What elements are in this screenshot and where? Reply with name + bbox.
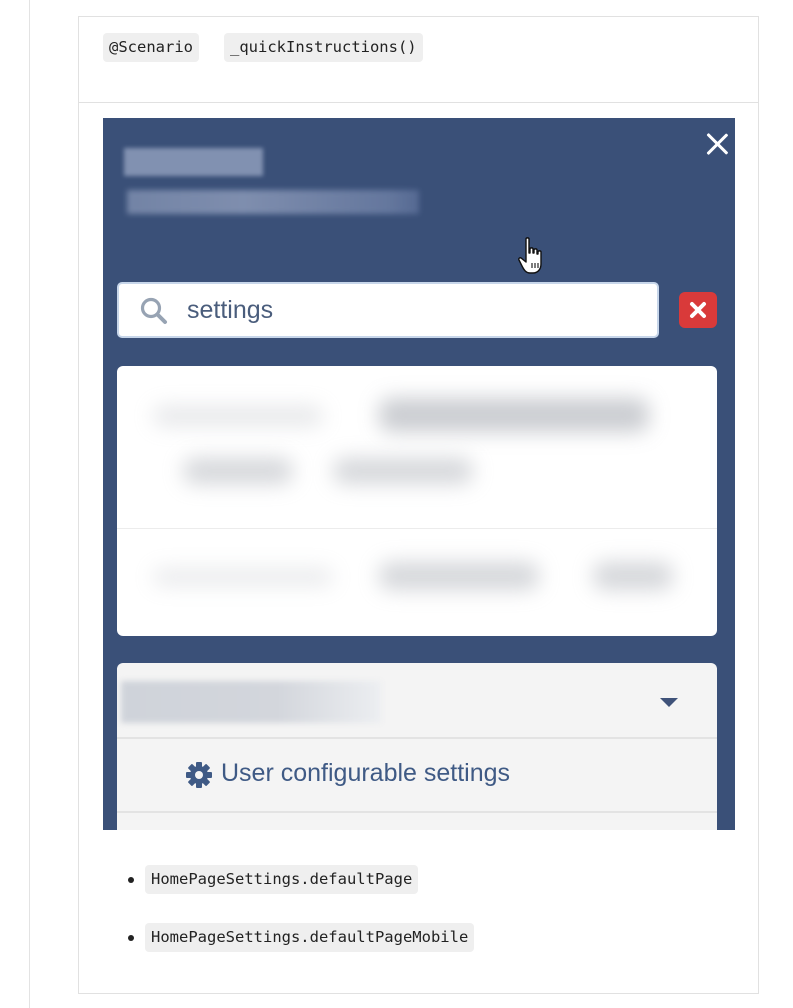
blurred-content <box>183 458 293 484</box>
blurred-content <box>153 568 333 586</box>
blurred-content <box>379 398 649 432</box>
dropdown-toggle[interactable] <box>117 663 717 739</box>
screenshot-panel: User configurable settings <box>103 118 735 830</box>
scenario-annotation: @Scenario <box>103 33 199 62</box>
left-margin-rule <box>29 0 30 1008</box>
blurred-content <box>379 562 539 590</box>
settings-dropdown: User configurable settings <box>117 663 717 830</box>
menu-item-user-configurable-settings[interactable]: User configurable settings <box>117 739 717 813</box>
pointer-cursor-icon <box>518 237 542 274</box>
blurred-content <box>333 458 473 484</box>
card-header: @Scenario _quickInstructions() <box>79 17 758 103</box>
results-divider <box>117 528 717 529</box>
clear-search-button[interactable] <box>679 292 717 328</box>
blurred-subtitle <box>127 190 419 214</box>
blurred-content <box>153 406 323 426</box>
bullet-dot <box>128 877 134 883</box>
blurred-results-panel <box>117 366 717 636</box>
quick-instructions-annotation: _quickInstructions() <box>224 33 423 62</box>
chevron-down-icon <box>660 698 678 707</box>
search-icon <box>140 297 167 324</box>
bullet-dot <box>128 935 134 941</box>
blurred-content <box>593 562 673 590</box>
search-input[interactable] <box>187 290 627 330</box>
close-icon[interactable] <box>703 130 731 158</box>
search-box[interactable] <box>117 282 659 338</box>
code-snippet: HomePageSettings.defaultPageMobile <box>145 923 475 952</box>
code-snippet: HomePageSettings.defaultPage <box>145 865 419 894</box>
clear-icon <box>690 302 706 318</box>
blurred-title <box>124 148 263 176</box>
gear-icon <box>186 762 212 788</box>
menu-item-label: User configurable settings <box>221 759 511 787</box>
blurred-dropdown-label <box>121 681 381 723</box>
